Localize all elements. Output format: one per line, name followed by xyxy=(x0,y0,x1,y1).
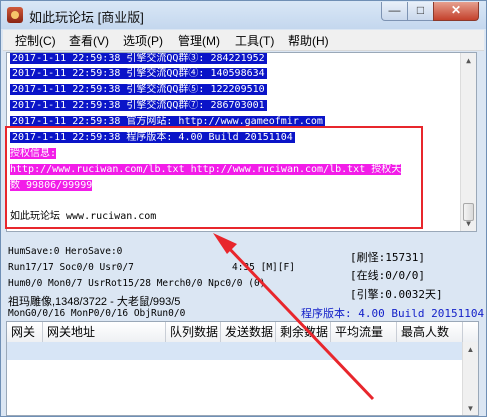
arrow-shaft xyxy=(223,242,375,401)
main-window: 如此玩论坛 [商业版] — □ ✕ 控制(C) 查看(V) 选项(P) 管理(M… xyxy=(0,0,487,417)
annotation-arrow xyxy=(213,233,375,401)
